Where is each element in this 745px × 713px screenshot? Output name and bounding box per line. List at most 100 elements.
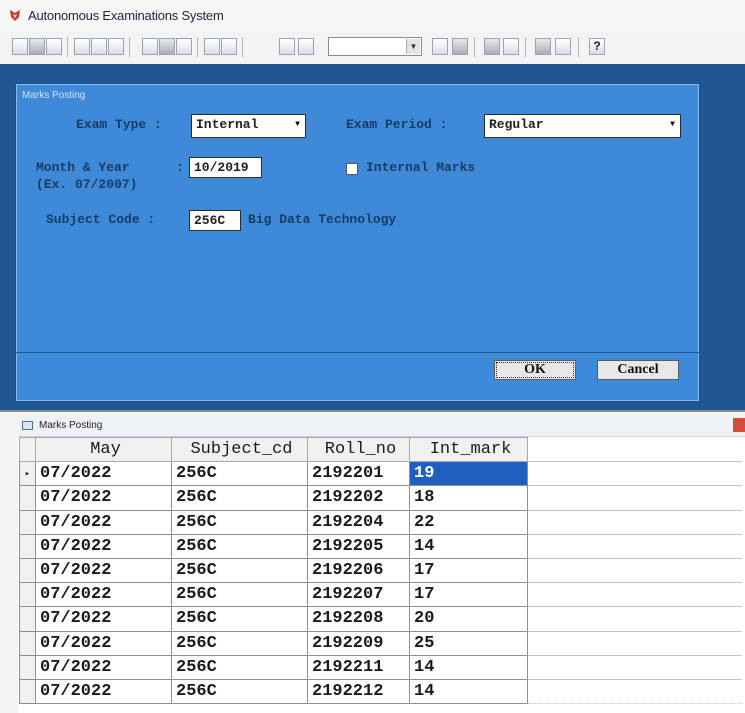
exam-type-select[interactable]: Internal ▼ [191, 114, 306, 138]
cell-int-mark[interactable]: 14 [409, 678, 528, 705]
paste-icon[interactable] [176, 38, 192, 55]
cell-subject-cd[interactable]: 256C [171, 557, 308, 584]
row-indicator [19, 606, 36, 632]
exam-period-value: Regular [489, 117, 544, 132]
column-header-int-mark[interactable]: Int_mark [409, 436, 528, 463]
cell-subject-cd[interactable]: 256C [171, 654, 308, 680]
current-row-marker-icon: ▸ [19, 461, 36, 487]
cancel-button[interactable]: Cancel [597, 360, 679, 380]
empty-cell [527, 557, 742, 584]
empty-cell [527, 678, 742, 705]
cell-int-mark[interactable]: 20 [409, 606, 528, 632]
close-icon[interactable] [733, 418, 745, 432]
toolbar-combo-box[interactable]: ▼ [328, 37, 422, 56]
cell-may[interactable]: 07/2022 [35, 509, 172, 535]
row-indicator [19, 485, 36, 511]
cell-may[interactable]: 07/2022 [35, 606, 172, 632]
run-icon[interactable] [279, 38, 295, 55]
exam-period-select[interactable]: Regular ▼ [484, 114, 681, 138]
cell-subject-cd[interactable]: 256C [171, 509, 308, 535]
table-row[interactable]: 07/2022 256C 2192206 17 [19, 557, 742, 584]
cell-may[interactable]: 07/2022 [35, 654, 172, 680]
cell-roll-no[interactable]: 2192205 [307, 533, 410, 559]
chevron-down-icon[interactable]: ▼ [406, 39, 420, 54]
marks-posting-dialog: Marks Posting Exam Type : Internal ▼ Exa… [15, 83, 700, 402]
cell-may[interactable]: 07/2022 [35, 533, 172, 559]
cell-roll-no[interactable]: 2192206 [307, 557, 410, 584]
modify-icon[interactable] [298, 38, 314, 55]
column-header-may[interactable]: May [35, 436, 172, 463]
internal-marks-checkbox[interactable] [346, 163, 358, 175]
cell-may[interactable]: 07/2022 [35, 557, 172, 584]
row-indicator [19, 557, 36, 584]
cell-int-mark-selected[interactable]: 19 [409, 461, 528, 487]
query-icon[interactable] [503, 38, 519, 55]
help-icon[interactable]: ? [589, 38, 605, 55]
cell-int-mark[interactable]: 17 [409, 557, 528, 584]
new-file-icon[interactable] [12, 38, 28, 55]
column-header-roll-no[interactable]: Roll_no [307, 436, 410, 463]
table-row[interactable]: 07/2022 256C 2192209 25 [19, 630, 742, 656]
form-icon[interactable] [432, 38, 448, 55]
open-folder-icon[interactable] [29, 38, 45, 55]
spell-check-icon[interactable] [108, 38, 124, 55]
cell-may[interactable]: 07/2022 [35, 461, 172, 487]
save-icon[interactable] [46, 38, 62, 55]
cell-roll-no[interactable]: 2192211 [307, 654, 410, 680]
cell-int-mark[interactable]: 25 [409, 630, 528, 656]
database-icon[interactable] [535, 38, 551, 55]
cell-subject-cd[interactable]: 256C [171, 630, 308, 656]
table-row[interactable]: 07/2022 256C 2192204 22 [19, 509, 742, 535]
cell-roll-no[interactable]: 2192201 [307, 461, 410, 487]
cell-may[interactable]: 07/2022 [35, 485, 172, 511]
cell-roll-no[interactable]: 2192208 [307, 606, 410, 632]
ok-button[interactable]: OK [494, 360, 576, 380]
dialog-divider [16, 352, 699, 353]
cell-roll-no[interactable]: 2192212 [307, 678, 410, 705]
cell-subject-cd[interactable]: 256C [171, 533, 308, 559]
table-row[interactable]: 07/2022 256C 2192208 20 [19, 606, 742, 632]
table-header-row: May Subject_cd Roll_no Int_mark [19, 436, 742, 463]
cell-int-mark[interactable]: 14 [409, 533, 528, 559]
print-icon[interactable] [74, 38, 90, 55]
table-row[interactable]: 07/2022 256C 2192207 17 [19, 582, 742, 608]
month-year-input[interactable]: 10/2019 [189, 157, 262, 178]
cell-subject-cd[interactable]: 256C [171, 678, 308, 705]
table-icon[interactable] [484, 38, 500, 55]
cell-subject-cd[interactable]: 256C [171, 461, 308, 487]
cell-may[interactable]: 07/2022 [35, 582, 172, 608]
marks-grid-window: Marks Posting May Subject_cd Roll_no Int… [18, 416, 745, 713]
cell-roll-no[interactable]: 2192207 [307, 582, 410, 608]
cut-icon[interactable] [142, 38, 158, 55]
cell-int-mark[interactable]: 14 [409, 654, 528, 680]
redo-icon[interactable] [221, 38, 237, 55]
table-row[interactable]: 07/2022 256C 2192205 14 [19, 533, 742, 559]
exam-type-value: Internal [196, 117, 259, 132]
cell-may[interactable]: 07/2022 [35, 678, 172, 705]
cell-int-mark[interactable]: 22 [409, 509, 528, 535]
cell-roll-no[interactable]: 2192204 [307, 509, 410, 535]
subject-code-label: Subject Code : [46, 212, 156, 227]
subject-code-input[interactable]: 256C [189, 210, 241, 231]
properties-icon[interactable] [555, 38, 571, 55]
report-icon[interactable] [452, 38, 468, 55]
cell-roll-no[interactable]: 2192209 [307, 630, 410, 656]
month-year-example: (Ex. 07/2007) [36, 177, 138, 192]
cell-int-mark[interactable]: 18 [409, 485, 528, 511]
empty-cell [527, 461, 742, 487]
cell-may[interactable]: 07/2022 [35, 630, 172, 656]
table-row[interactable]: 07/2022 256C 2192212 14 [19, 678, 742, 705]
cell-subject-cd[interactable]: 256C [171, 485, 308, 511]
print-preview-icon[interactable] [91, 38, 107, 55]
cell-subject-cd[interactable]: 256C [171, 582, 308, 608]
undo-icon[interactable] [204, 38, 220, 55]
cell-int-mark[interactable]: 17 [409, 582, 528, 608]
copy-icon[interactable] [159, 38, 175, 55]
table-row[interactable]: 07/2022 256C 2192211 14 [19, 654, 742, 680]
cell-subject-cd[interactable]: 256C [171, 606, 308, 632]
table-row[interactable]: 07/2022 256C 2192202 18 [19, 485, 742, 511]
row-indicator [19, 630, 36, 656]
table-row[interactable]: ▸ 07/2022 256C 2192201 19 [19, 461, 742, 487]
column-header-subject-cd[interactable]: Subject_cd [171, 436, 308, 463]
cell-roll-no[interactable]: 2192202 [307, 485, 410, 511]
